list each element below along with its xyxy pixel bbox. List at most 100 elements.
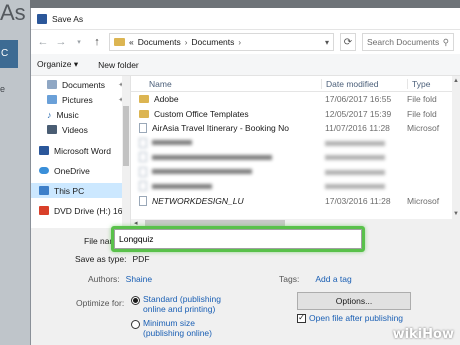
folder-icon [139,109,149,118]
file-date: 12/05/2017 15:39 [325,108,392,119]
up-arrow-icon[interactable]: ↑ [91,36,103,48]
save-as-type-label: Save as type: [75,254,127,264]
nav-item-label: DVD Drive (H:) 16. [54,205,125,216]
new-folder-button[interactable]: New folder [98,60,139,70]
search-input[interactable]: Search Documents ⚲ [362,33,454,51]
nav-item-label: Documents [62,79,105,90]
authors-label: Authors: [88,274,120,284]
options-button[interactable]: Options... [297,292,411,310]
file-type: File fold [407,108,437,119]
file-list-scrollbar[interactable]: ▲ ▼ [452,76,460,228]
save-as-type-select[interactable]: PDF [133,254,150,264]
nav-scrollbar[interactable] [122,76,130,228]
path-box[interactable]: « Documents › Documents › ▾ [109,33,334,51]
folder-icon [139,95,149,104]
file-type: Microsof [407,123,440,134]
nav-item-onedrive[interactable]: OneDrive [31,163,130,178]
column-date-modified[interactable]: Date modified [321,78,407,89]
file-list: Name Date modified Type Adobe 17/06/2017… [131,76,460,228]
breadcrumb-documents-2[interactable]: Documents [191,37,234,47]
file-row[interactable]: Adobe 17/06/2017 16:55 File fold [131,92,460,107]
radio-minimum[interactable]: Minimum size (publishing online) [131,318,231,338]
search-icon: ⚲ [442,36,449,47]
radio-standard-label: Standard (publishing online and printing… [143,294,221,315]
organize-button[interactable]: Organize ▾ [37,59,78,70]
nav-item-label: Music [56,109,79,120]
checkbox-checked-icon[interactable]: ✓ [297,313,306,323]
address-bar: ← → ▾ ↑ « Documents › Documents › ▾ ⟳ Se… [31,30,460,54]
file-name-input[interactable] [114,229,362,249]
radio-standard-button[interactable] [131,296,140,305]
file-date: 17/06/2017 16:55 [325,94,392,105]
scroll-up-icon[interactable]: ▲ [453,78,459,84]
background-app: As C e [0,0,30,345]
watermark-how: How [422,327,454,342]
authors-value[interactable]: Shaine [126,274,152,284]
open-after-publishing-label: Open file after publishing [309,313,404,323]
radio-standard[interactable]: Standard (publishing online and printing… [131,294,231,314]
nav-item-microsoft-word[interactable]: Microsoft Word [31,143,130,158]
nav-item-label: This PC [54,185,85,196]
refresh-button[interactable]: ⟳ [340,33,356,51]
file-date: 11/07/2016 11:28 [325,123,390,134]
chevron-down-icon[interactable]: ▾ [325,38,329,47]
file-row-blurred [131,136,460,151]
search-placeholder: Search Documents [367,37,440,47]
forward-arrow-icon[interactable]: → [55,36,67,48]
save-as-dialog: Save As ← → ▾ ↑ « Documents › Documents … [30,8,460,345]
nav-item-label: Pictures [62,94,93,105]
nav-item-documents[interactable]: Documents ✦ [31,77,130,92]
scroll-thumb[interactable] [123,106,129,166]
file-name: Custom Office Templates [154,108,249,119]
pictures-icon [47,95,57,104]
file-name: NETWORKDESIGN_LU [152,195,244,206]
add-tag-link[interactable]: Add a tag [315,274,351,284]
scroll-down-icon[interactable]: ▼ [453,211,459,217]
file-row-blurred [131,179,460,194]
options-button-label: Options... [335,296,373,306]
breadcrumb-documents-1[interactable]: Documents [138,37,181,47]
nav-item-this-pc[interactable]: This PC [31,183,130,198]
column-name[interactable]: Name [131,79,321,89]
background-text: e [0,84,6,94]
videos-icon [47,125,57,134]
optimize-for-label: Optimize for: [76,298,125,308]
word-icon [39,146,49,155]
pc-icon [39,186,49,195]
back-arrow-icon[interactable]: ← [37,36,49,48]
nav-item-pictures[interactable]: Pictures ✦ [31,92,130,107]
dialog-title: Save As [52,13,84,24]
recent-locations-icon[interactable]: ▾ [73,38,85,46]
file-name: Adobe [154,94,179,105]
browser-body: Documents ✦ Pictures ✦ ♪ Music Videos Mi… [31,76,460,228]
nav-item-videos[interactable]: Videos [31,122,130,137]
documents-icon [47,80,57,89]
nav-item-dvd-drive[interactable]: DVD Drive (H:) 16. [31,203,130,218]
chevron-right-icon: › [184,37,188,47]
file-row[interactable]: NETWORKDESIGN_LU 17/03/2016 11:28 Micros… [131,194,460,209]
column-type[interactable]: Type [407,78,430,89]
file-row[interactable]: AirAsia Travel Itinerary - Booking No 11… [131,121,460,136]
command-toolbar: Organize ▾ New folder [31,54,460,76]
chevron-right-icon: › [238,37,242,47]
file-name-highlight [111,226,365,252]
document-icon [139,195,147,206]
dialog-titlebar: Save As [31,8,460,30]
open-after-publishing[interactable]: ✓ Open file after publishing [297,313,403,323]
file-name: AirAsia Travel Itinerary - Booking No [152,123,289,134]
onedrive-icon [39,167,49,174]
file-row[interactable]: Custom Office Templates 12/05/2017 15:39… [131,107,460,122]
file-date: 17/03/2016 11:28 [325,195,391,206]
background-title: As [0,0,26,25]
navigation-pane: Documents ✦ Pictures ✦ ♪ Music Videos Mi… [31,76,131,228]
nav-item-label: OneDrive [54,165,90,176]
word-app-icon [37,13,47,24]
crumb-overflow[interactable]: « [129,37,134,47]
wikihow-watermark: wikiHow [393,327,454,342]
file-list-header: Name Date modified Type [131,76,460,92]
radio-minimum-button[interactable] [131,320,140,329]
blurred-file-rows [131,136,460,194]
tags-label: Tags: [279,274,300,284]
nav-item-music[interactable]: ♪ Music [31,107,130,122]
file-row-blurred [131,150,460,165]
